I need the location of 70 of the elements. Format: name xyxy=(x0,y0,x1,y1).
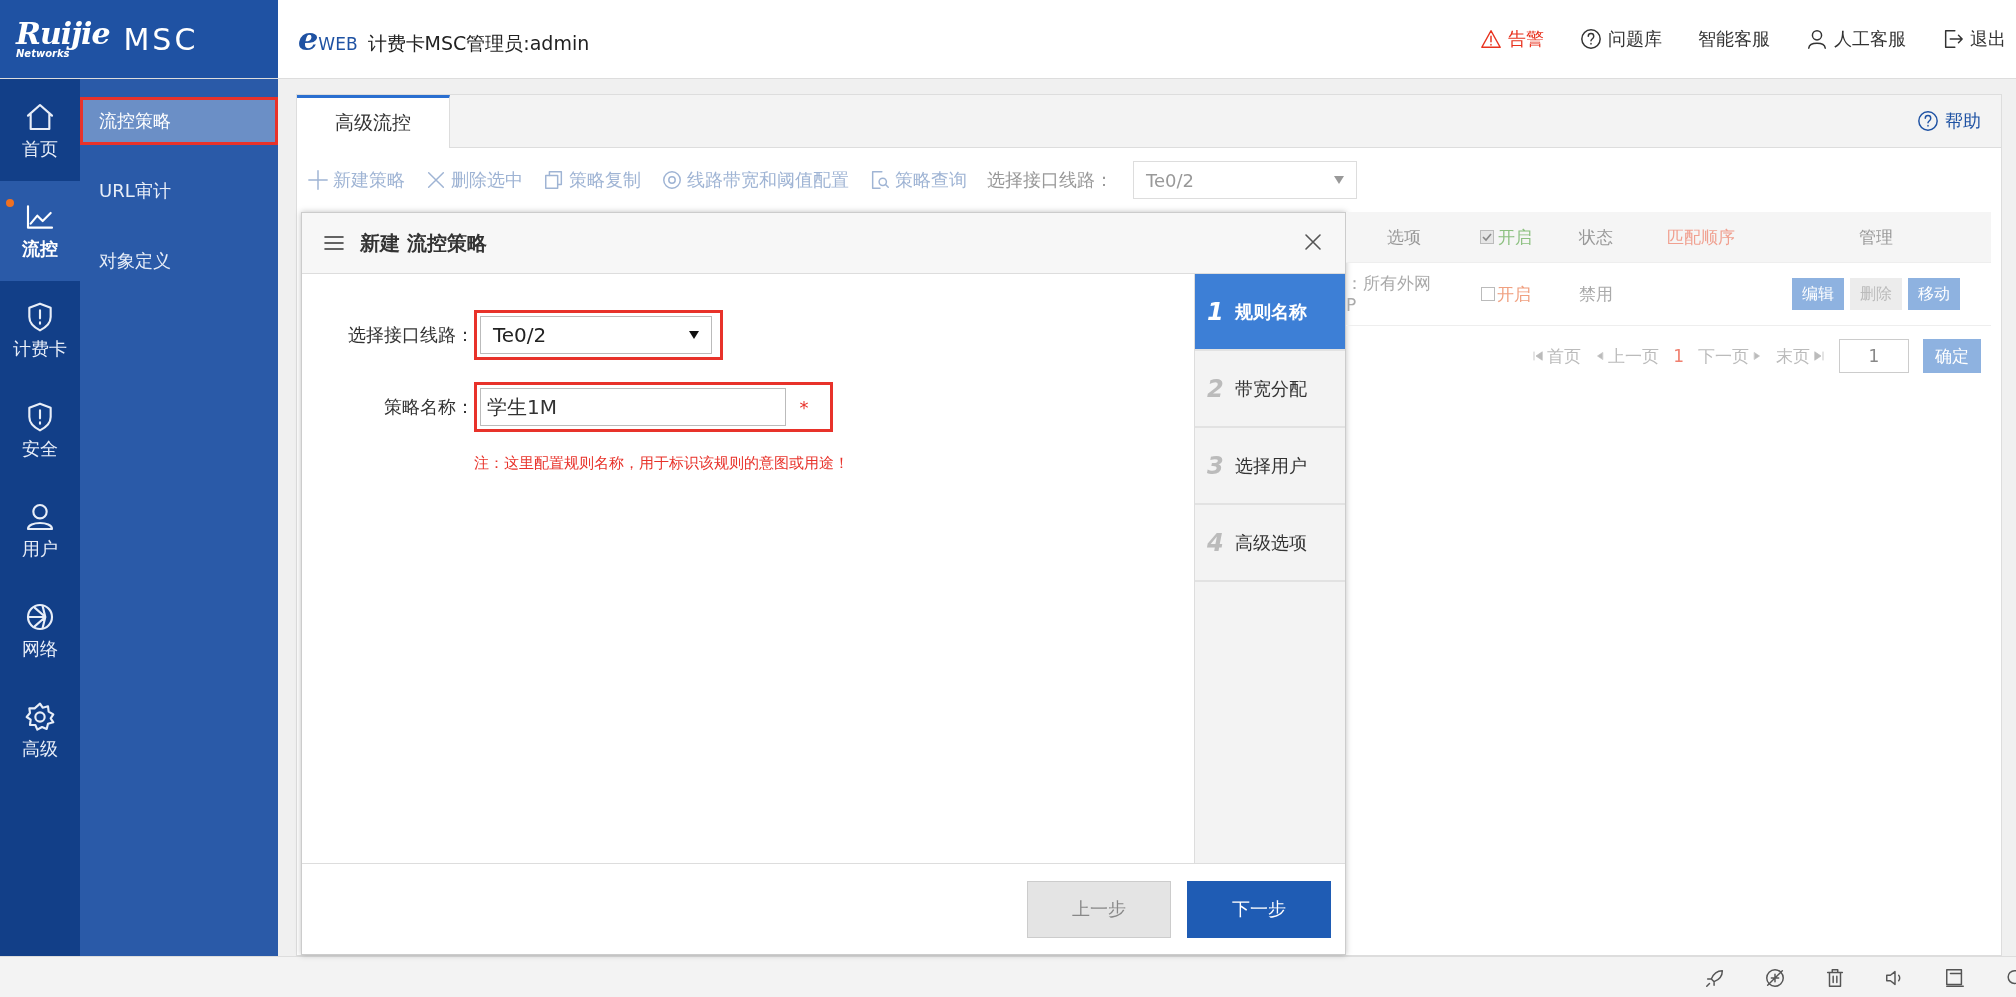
tab[interactable]: 高级流控 xyxy=(297,95,450,148)
header-link[interactable]: 人工客服 xyxy=(1806,27,1906,51)
table-cell: ：所有外网 xyxy=(1346,272,1431,293)
exit-icon xyxy=(1942,28,1964,50)
gear-icon xyxy=(661,169,683,191)
app-logo-text: WEB xyxy=(318,34,358,54)
home-icon xyxy=(24,101,56,133)
caret-icon xyxy=(1334,176,1344,184)
column-header: 状态 xyxy=(1551,212,1641,263)
nav-item[interactable]: 计费卡 xyxy=(0,281,80,381)
clock-plus-icon xyxy=(1764,967,1786,989)
checkbox[interactable] xyxy=(1480,230,1494,244)
next-icon xyxy=(1752,349,1762,363)
page-title: 计费卡MSC管理员:admin xyxy=(367,31,590,56)
warning-icon xyxy=(1480,28,1502,50)
column-header: 匹配顺序 xyxy=(1641,212,1761,263)
enable-label: 开启 xyxy=(1497,282,1531,306)
help-link[interactable]: 帮助 xyxy=(1911,108,1987,134)
checkbox[interactable] xyxy=(1481,287,1495,301)
policy-name-field[interactable]: 学生1M xyxy=(480,388,786,426)
copy-icon xyxy=(543,169,565,191)
column-header: 管理 xyxy=(1761,212,1991,263)
nav-item[interactable]: 首页 xyxy=(0,81,80,181)
nav-item[interactable]: 高级 xyxy=(0,681,80,781)
rocket-icon xyxy=(1704,967,1726,989)
wizard-step[interactable]: 1 规则名称 xyxy=(1195,274,1345,351)
nav-item[interactable]: 网络 xyxy=(0,581,80,681)
header-link[interactable]: 问题库 xyxy=(1580,27,1662,51)
product-name: MSC xyxy=(123,21,199,57)
header-link[interactable]: 智能客服 xyxy=(1698,27,1770,51)
first-page-icon xyxy=(1532,349,1545,363)
dialog-title: 新建 流控策略 xyxy=(360,229,487,257)
hint-text: 注：这里配置规则名称，用于标识该规则的意图或用途！ xyxy=(474,454,850,473)
caret-icon xyxy=(689,331,699,339)
brand-tagline: Networks xyxy=(16,49,70,59)
field-label: 策略名称： xyxy=(383,395,474,419)
search-icon xyxy=(869,169,891,191)
page-field[interactable]: 1 xyxy=(1839,339,1909,373)
last-page-icon xyxy=(1813,349,1825,363)
x-icon xyxy=(425,169,447,191)
nav-item[interactable]: 安全 xyxy=(0,381,80,481)
nav-item[interactable]: 流控 xyxy=(0,181,80,281)
table-cell: P xyxy=(1346,295,1357,316)
submenu-item[interactable]: 流控策略 xyxy=(80,97,278,145)
previous-icon xyxy=(1595,349,1606,363)
person-icon xyxy=(1806,28,1828,50)
brand-logo: Ruijie xyxy=(16,19,110,49)
column-header: 选项 xyxy=(1346,212,1461,263)
column-label: 开启 xyxy=(1498,225,1532,249)
user-icon xyxy=(24,501,56,533)
window-icon xyxy=(1944,967,1966,989)
submenu-item[interactable]: 对象定义 xyxy=(80,226,278,296)
submenu-item[interactable]: URL审计 xyxy=(80,156,278,226)
next-button[interactable]: 下一步 xyxy=(1187,880,1331,938)
current-page: 1 xyxy=(1673,346,1684,366)
header-link[interactable]: 退出 xyxy=(1942,27,2006,51)
header-link[interactable]: 告警 xyxy=(1480,27,1544,51)
line-select[interactable]: Te0/2 xyxy=(480,316,712,354)
app-logo-mark: e xyxy=(298,20,319,58)
line-select-label: 选择接口线路： xyxy=(987,168,1113,192)
globe-icon xyxy=(24,601,56,633)
table-cell: 禁用 xyxy=(1579,282,1613,306)
required-mark: * xyxy=(798,396,810,418)
field-label: 选择接口线路： xyxy=(347,323,474,347)
plus-icon xyxy=(307,169,329,191)
trash-icon xyxy=(1824,967,1846,989)
gear-icon xyxy=(24,701,56,733)
help-icon xyxy=(1580,28,1602,50)
help-icon xyxy=(1917,110,1939,132)
nav-item[interactable]: 用户 xyxy=(0,481,80,581)
